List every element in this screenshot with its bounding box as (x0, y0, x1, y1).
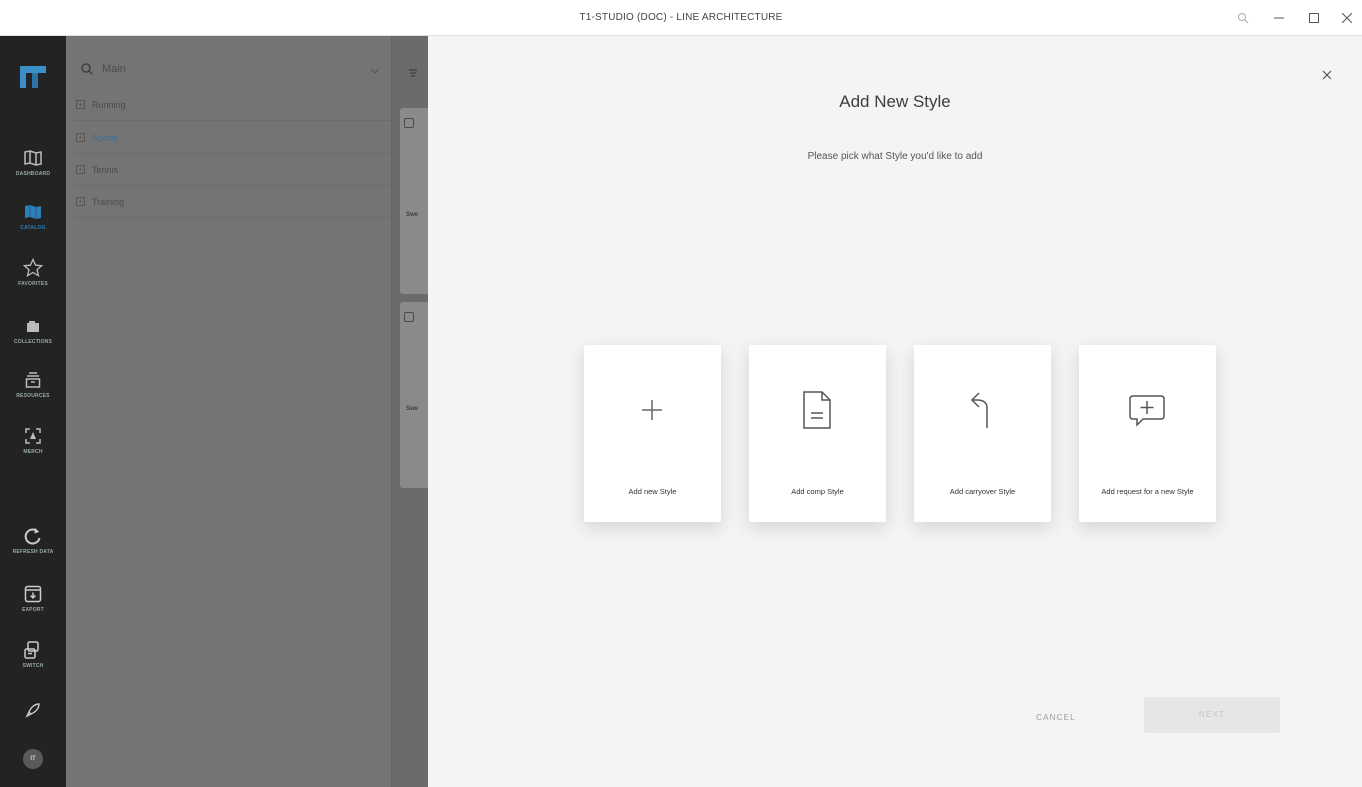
option-label: Add new Style (628, 487, 677, 496)
window-title: T1-STUDIO (DOC) - LINE ARCHITECTURE (579, 12, 783, 23)
dialog-subtitle: Please pick what Style you'd like to add (807, 151, 983, 162)
tree-row-label: Training (92, 196, 125, 207)
comment-plus-icon (1122, 385, 1172, 435)
style-card[interactable]: Swe (400, 302, 430, 488)
nav-favorites[interactable]: FAVORITES (0, 258, 66, 287)
refresh-icon (23, 526, 43, 546)
style-card[interactable]: Swe (400, 108, 430, 294)
title-bar: T1-STUDIO (DOC) - LINE ARCHITECTURE (0, 0, 1362, 36)
nav-label: COLLECTIONS (13, 339, 53, 345)
map-book-icon (23, 148, 43, 168)
nav-resources[interactable]: RESOURCES (0, 370, 66, 399)
nav-notifications[interactable] (0, 700, 66, 720)
plus-icon (627, 385, 677, 435)
nav-refresh-data[interactable]: REFRESH DATA (0, 526, 66, 555)
card-label: Swe (406, 212, 419, 218)
nav-label: RESOURCES (16, 393, 50, 399)
card-checkbox[interactable] (404, 312, 414, 322)
tree-row[interactable]: + Running (74, 89, 392, 121)
switch-icon (23, 640, 43, 660)
style-cards-column: Swe Swe (392, 36, 430, 787)
option-label: Add carryover Style (949, 487, 1016, 496)
option-add-new-style[interactable]: Add new Style (584, 345, 721, 522)
expand-icon[interactable]: + (76, 133, 85, 142)
zoom-icon[interactable] (1226, 0, 1260, 36)
maximize-button[interactable] (1297, 0, 1331, 36)
collections-icon (23, 316, 43, 336)
tree-search-value: Main (102, 63, 126, 75)
nav-label: FAVORITES (18, 281, 48, 287)
expand-icon[interactable]: + (76, 197, 85, 206)
option-label: Add comp Style (791, 487, 844, 496)
filter-icon[interactable] (409, 64, 417, 77)
nav-collections[interactable]: COLLECTIONS (0, 316, 66, 345)
nav-dashboard[interactable]: DASHBOARD (0, 148, 66, 177)
tree-search[interactable]: Main (80, 58, 380, 80)
close-icon[interactable] (1321, 68, 1333, 80)
merch-icon (23, 426, 43, 446)
catalog-icon (23, 202, 43, 222)
avatar[interactable]: IT (23, 749, 43, 769)
nav-label: MERCH (23, 449, 43, 455)
star-icon (23, 258, 43, 278)
tree-row[interactable]: + Tennis (74, 154, 392, 186)
tree-row-label: Tennis (92, 164, 119, 175)
card-checkbox[interactable] (404, 118, 414, 128)
nav-rail: DASHBOARD CATALOG FAVORITES COLLECTIONS … (0, 36, 66, 787)
nav-catalog[interactable]: CATALOG (0, 202, 66, 231)
expand-icon[interactable]: + (76, 100, 85, 109)
card-label: Swe (406, 406, 419, 412)
option-add-request-new-style[interactable]: Add request for a new Style (1079, 345, 1216, 522)
option-add-carryover-style[interactable]: Add carryover Style (914, 345, 1051, 522)
search-icon (80, 62, 94, 76)
chevron-down-icon[interactable] (370, 63, 380, 74)
tree-row-label: Sports (92, 132, 119, 143)
nav-label: DASHBOARD (15, 171, 51, 177)
export-icon (23, 584, 43, 604)
nav-export[interactable]: EXPORT (0, 584, 66, 613)
app-logo (18, 64, 48, 90)
expand-icon[interactable]: + (76, 165, 85, 174)
nav-label: EXPORT (22, 607, 44, 613)
turn-back-arrow-icon (957, 385, 1007, 435)
tree-row-label: Running (92, 99, 126, 110)
add-style-dialog: Add New Style Please pick what Style you… (428, 36, 1362, 787)
rocket-icon (23, 700, 43, 720)
dialog-title: Add New Style (839, 92, 951, 111)
option-label: Add request for a new Style (1101, 487, 1194, 496)
cancel-button[interactable]: CANCEL (1018, 708, 1094, 728)
tree-row[interactable]: + Sports (74, 122, 392, 154)
tree-row[interactable]: + Training (74, 186, 392, 218)
nav-label: SWITCH (22, 663, 44, 669)
close-window-button[interactable] (1330, 0, 1362, 36)
next-button[interactable]: NEXT (1144, 697, 1280, 733)
resources-icon (23, 370, 43, 390)
document-icon (792, 385, 842, 435)
nav-merch[interactable]: MERCH (0, 426, 66, 455)
option-add-comp-style[interactable]: Add comp Style (749, 345, 886, 522)
nav-switch[interactable]: SWITCH (0, 640, 66, 669)
category-tree-panel: Main + Running + Sports + Tennis + Train… (66, 36, 392, 787)
nav-label: REFRESH DATA (12, 549, 54, 555)
nav-label: CATALOG (20, 225, 46, 231)
minimize-button[interactable] (1262, 0, 1296, 36)
